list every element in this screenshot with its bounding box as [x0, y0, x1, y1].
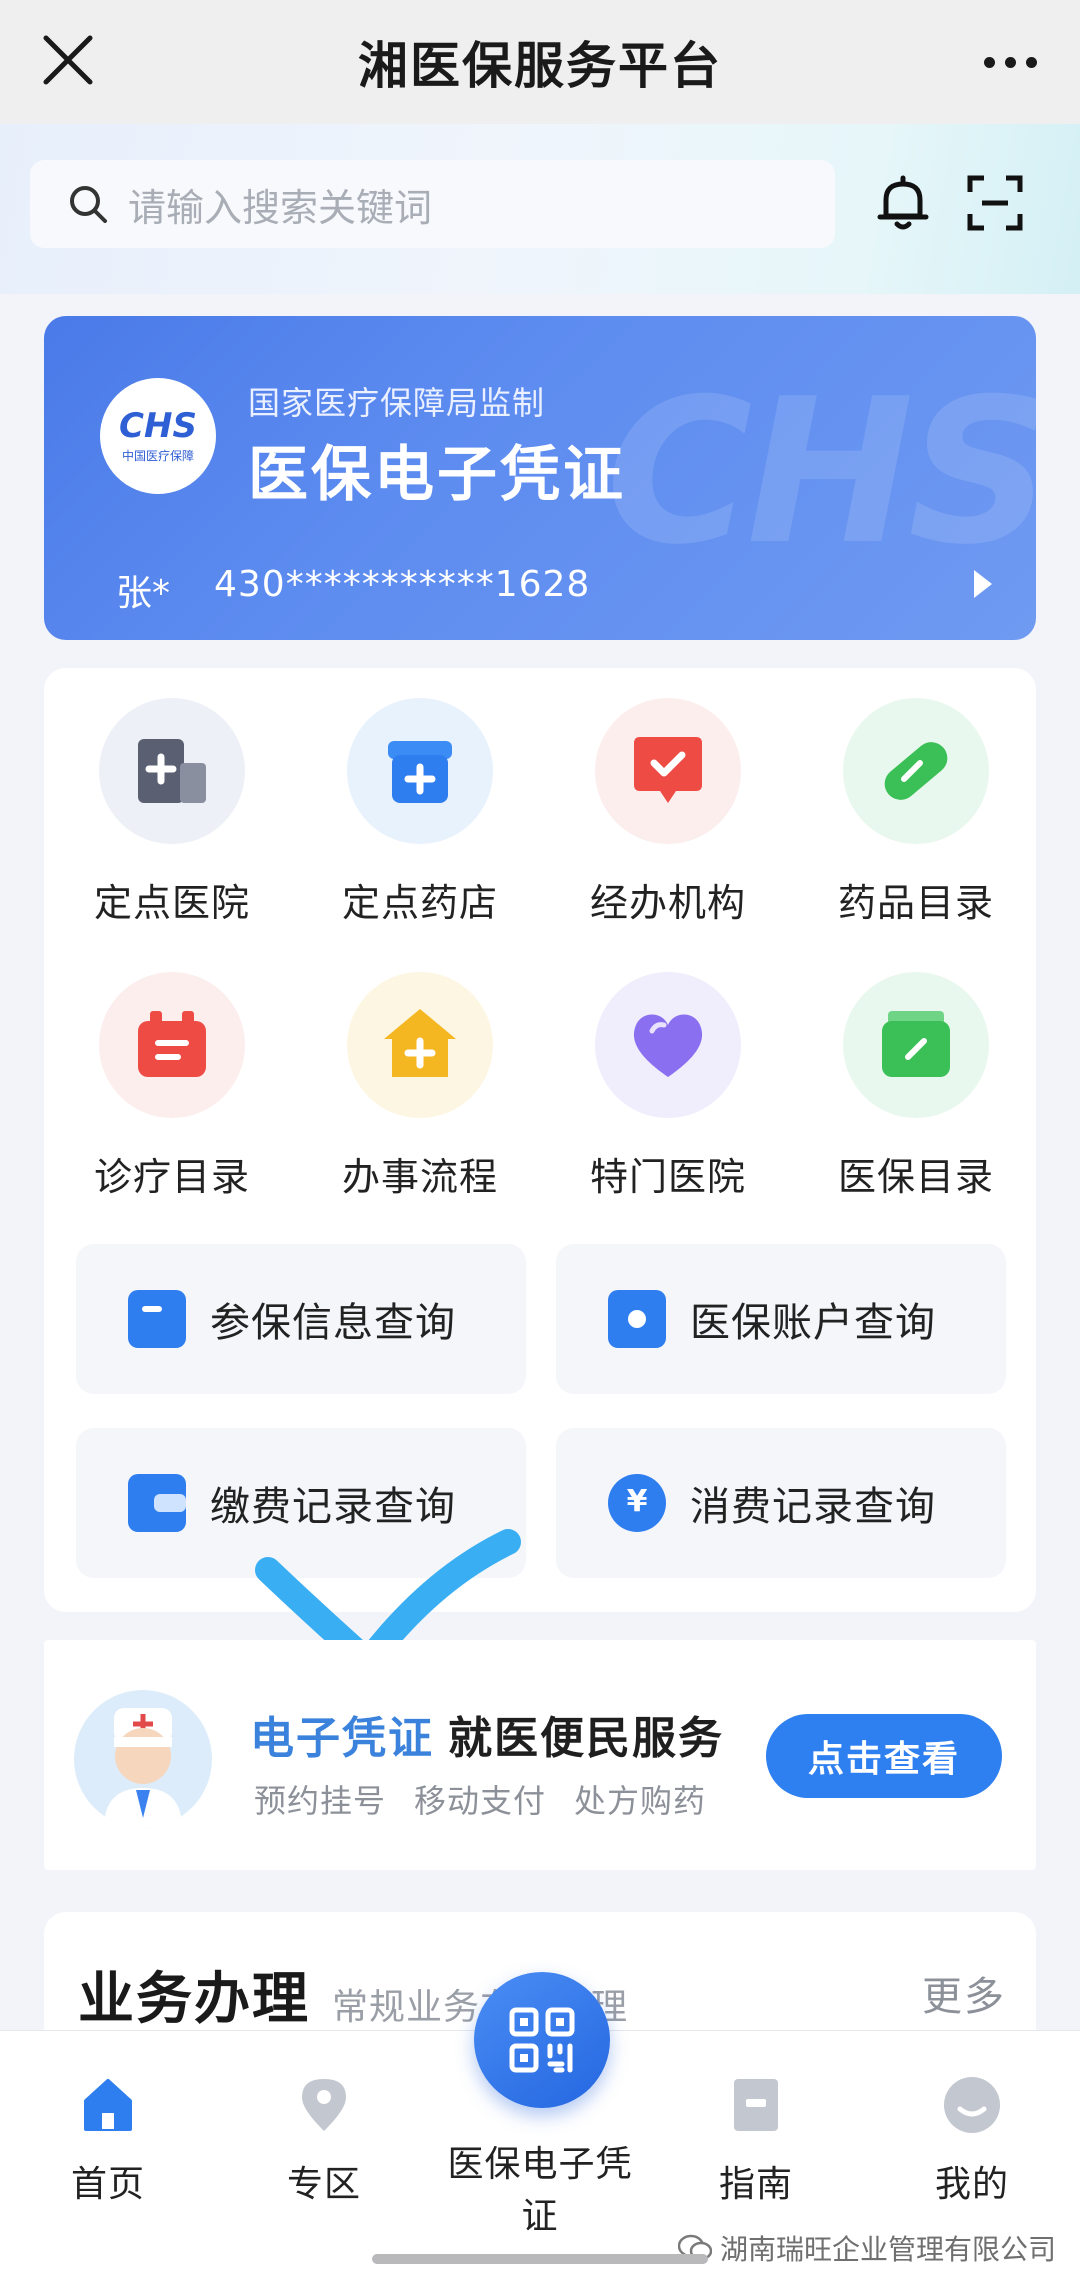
medical-insurance-card[interactable]: CHS CHS 中国医疗保障 国家医疗保障局监制 医保电子凭证 张* 430**…	[44, 316, 1036, 640]
home-indicator[interactable]	[372, 2254, 708, 2264]
service-tag: 预约挂号	[254, 1782, 387, 1820]
grid-label: 诊疗目录	[93, 1155, 250, 1199]
grid-label: 医保目录	[837, 1155, 994, 1199]
card-watermark: CHS	[605, 356, 1036, 589]
treatment-icon	[138, 1011, 206, 1077]
service-title: 就医便民服务	[448, 1713, 724, 1764]
more-menu-icon[interactable]	[970, 22, 1050, 102]
account-icon	[608, 1290, 666, 1348]
doctor-avatar	[74, 1690, 212, 1828]
card-holder-name: 张*	[116, 573, 171, 614]
page-title: 湘医保服务平台	[358, 37, 722, 95]
tab-mine[interactable]: 我的	[882, 2031, 1062, 2211]
card-id-number: 430***********1628	[214, 564, 591, 605]
grid-item-insurance-catalog[interactable]: 医保目录	[816, 972, 1016, 1201]
service-highlight: 电子凭证	[250, 1713, 434, 1764]
service-tag: 处方购药	[574, 1782, 707, 1820]
agency-icon	[634, 737, 702, 803]
qr-code-icon	[509, 2007, 575, 2073]
consumption-record-query-button[interactable]: ¥ 消费记录查询	[556, 1428, 1006, 1578]
search-icon	[70, 186, 107, 223]
chs-logo: CHS 中国医疗保障	[100, 378, 216, 494]
account-watermark: 湖南瑞旺企业管理有限公司	[677, 2228, 1056, 2268]
search-input[interactable]: 请输入搜索关键词	[30, 160, 835, 248]
catalog-icon	[882, 1011, 950, 1077]
home-icon	[84, 2079, 132, 2131]
card-title: 医保电子凭证	[248, 440, 626, 510]
card-subtitle: 国家医疗保障局监制	[248, 384, 546, 422]
grid-item-designated-pharmacy[interactable]: 定点药店	[320, 698, 520, 927]
more-link[interactable]: 更多	[922, 1964, 1006, 2022]
pharmacy-icon	[388, 741, 452, 803]
consumption-record-icon: ¥	[608, 1474, 666, 1532]
grid-label: 经办机构	[589, 881, 746, 925]
guide-book-icon	[734, 2079, 778, 2131]
grid-label: 特门医院	[589, 1155, 746, 1199]
grid-item-designated-hospital[interactable]: 定点医院	[72, 698, 272, 927]
user-profile-icon	[944, 2077, 1000, 2133]
view-button[interactable]: 点击查看	[766, 1714, 1002, 1798]
tab-zone[interactable]: 专区	[234, 2031, 414, 2211]
grid-item-agency[interactable]: 经办机构	[568, 698, 768, 927]
service-tags: 预约挂号 移动支付 处方购药	[254, 1776, 706, 1822]
process-icon	[384, 1009, 456, 1077]
grid-label: 定点药店	[341, 881, 498, 925]
insurance-info-icon	[128, 1290, 186, 1348]
payment-record-icon	[128, 1474, 186, 1532]
search-placeholder: 请输入搜索关键词	[128, 185, 433, 230]
close-icon[interactable]	[30, 22, 110, 102]
scan-icon[interactable]	[964, 172, 1026, 234]
grid-label: 药品目录	[837, 881, 994, 925]
location-pin-icon	[302, 2079, 346, 2131]
service-tag: 移动支付	[414, 1782, 547, 1820]
tab-guide[interactable]: 指南	[666, 2031, 846, 2211]
section-title: 业务办理	[78, 1967, 310, 2032]
e-voucher-service-banner[interactable]: 电子凭证 就医便民服务 预约挂号 移动支付 处方购药 点击查看	[44, 1640, 1036, 1870]
grid-item-treatment-catalog[interactable]: 诊疗目录	[72, 972, 272, 1201]
function-panel: 定点医院 定点药店 经办机构 药品目录 诊疗目录 办事流程 特门医院 医保目录 …	[44, 668, 1036, 1612]
heart-icon	[633, 1014, 703, 1077]
title-bar: 湘医保服务平台	[0, 0, 1080, 124]
grid-label: 办事流程	[341, 1155, 498, 1199]
tab-home[interactable]: 首页	[18, 2031, 198, 2211]
hospital-icon	[138, 739, 206, 803]
grid-item-process[interactable]: 办事流程	[320, 972, 520, 1201]
notification-bell-icon[interactable]	[872, 172, 934, 234]
grid-label: 定点医院	[93, 881, 250, 925]
pill-icon	[884, 742, 948, 800]
insurance-info-query-button[interactable]: 参保信息查询	[76, 1244, 526, 1394]
qr-code-button[interactable]	[474, 1972, 610, 2108]
grid-item-drug-catalog[interactable]: 药品目录	[816, 698, 1016, 927]
grid-item-special-hospital[interactable]: 特门医院	[568, 972, 768, 1201]
account-query-button[interactable]: 医保账户查询	[556, 1244, 1006, 1394]
play-arrow-icon[interactable]	[974, 570, 992, 598]
